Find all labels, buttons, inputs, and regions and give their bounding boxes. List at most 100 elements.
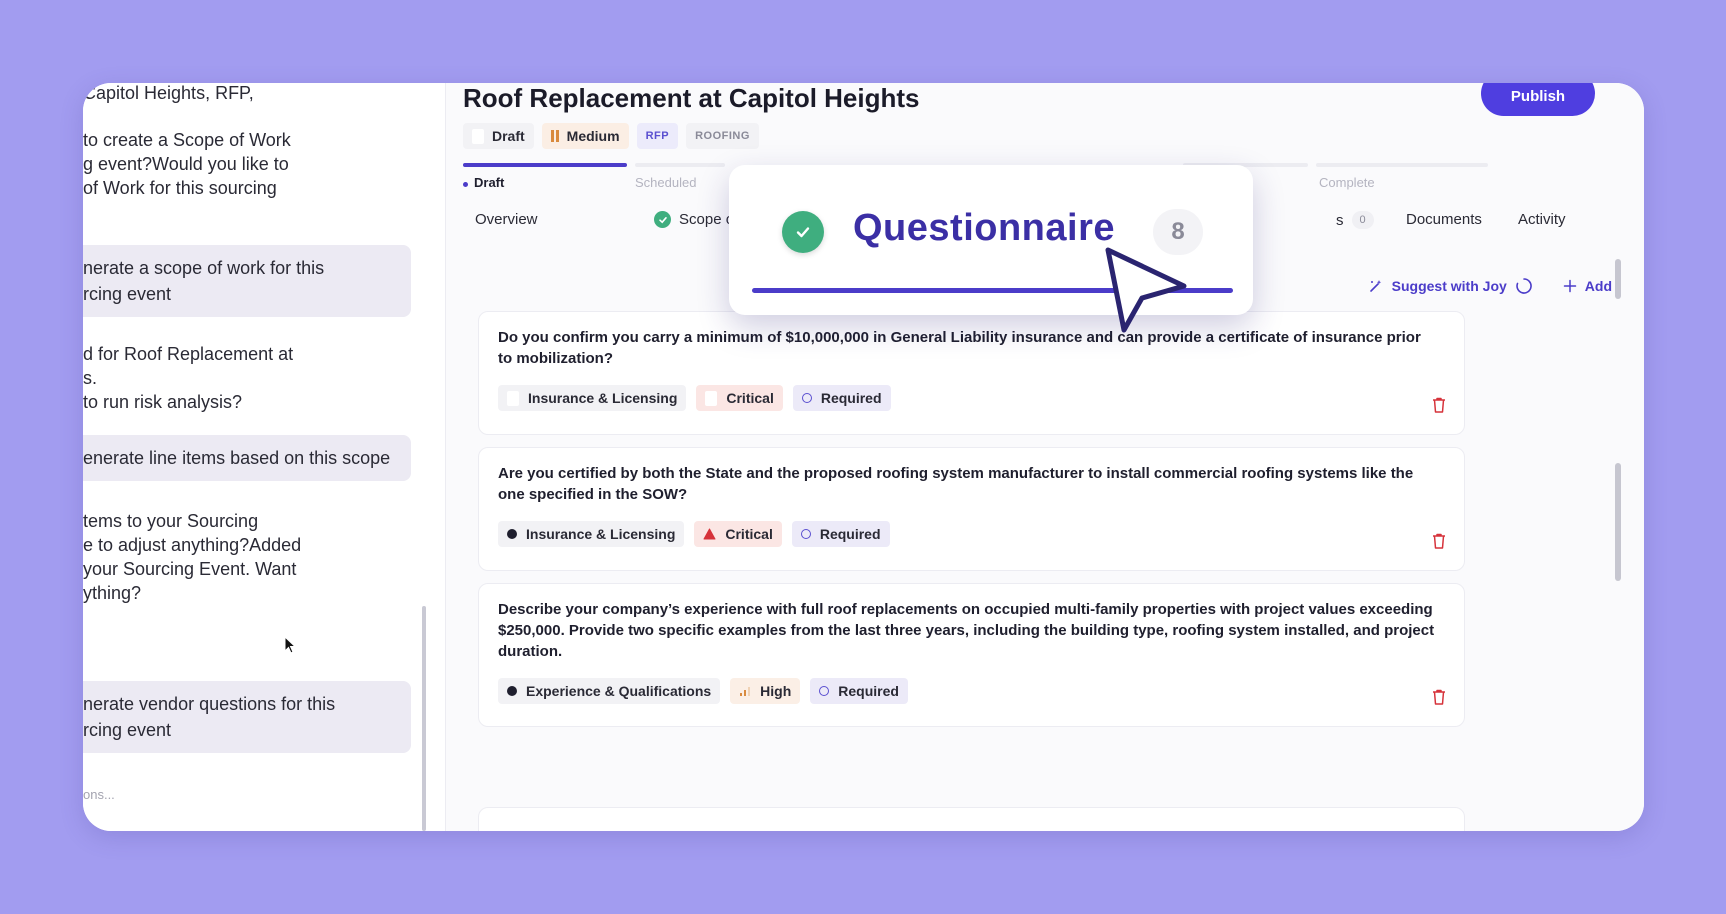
requirement-pill: Required [792, 385, 891, 411]
chat-message-line: tems to your Sourcing [83, 511, 259, 531]
mouse-pointer-icon [284, 636, 297, 654]
question-tags: Insurance & Licensing Critical Required [498, 521, 1445, 547]
question-text: Are you certified by both the State and … [498, 465, 1414, 503]
priority-label: Critical [726, 390, 774, 406]
critical-warning-icon [703, 528, 716, 540]
user-message-line: rcing event [83, 720, 172, 740]
questionnaire-toolbar: Suggest with Joy Add [1368, 277, 1612, 295]
question-text: Do you confirm you carry a minimum of $1… [498, 329, 1421, 367]
chat-message-line: your Sourcing Event. Want [83, 559, 297, 579]
cursor-arrow-icon [1105, 247, 1187, 333]
priority-bars-icon [740, 687, 751, 696]
chat-message-line: d for Roof Replacement at [83, 344, 294, 364]
status-badge-draft: Draft [463, 123, 534, 149]
tab-label: s [1336, 211, 1344, 229]
chat-scrollbar[interactable] [422, 606, 426, 831]
page-title: Roof Replacement at Capitol Heights [463, 83, 920, 113]
chat-message-line: to run risk analysis? [83, 392, 243, 412]
delete-trash-icon[interactable] [1431, 532, 1447, 550]
requirement-circle-icon [819, 686, 830, 696]
suggest-label: Suggest with Joy [1391, 278, 1507, 294]
chat-message-line: s. [83, 368, 98, 388]
add-question-button[interactable]: Add [1563, 278, 1612, 294]
question-tags: Insurance & Licensing Critical Required [498, 385, 1445, 411]
chat-message-line: ything? [83, 583, 142, 603]
type-badge-rfp: RFP [636, 123, 679, 149]
chat-message-line: g event?Would you like to [83, 154, 289, 174]
question-text: Describe your company’s experience with … [498, 601, 1435, 660]
category-label: Insurance & Licensing [528, 390, 678, 406]
publish-button[interactable]: Publish [1481, 83, 1595, 116]
category-pill: Insurance & Licensing [498, 385, 687, 411]
questions-scrollbar[interactable] [1615, 463, 1621, 581]
step-bar-draft [463, 163, 627, 167]
priority-badge-medium: Medium [541, 123, 629, 149]
tab-overview[interactable]: Overview [475, 211, 538, 228]
priority-pill: Critical [694, 521, 782, 547]
magic-wand-icon [1369, 280, 1381, 292]
step-complete[interactable]: Complete [1319, 175, 1375, 190]
toolbar-scrollbar[interactable] [1615, 259, 1621, 299]
plus-icon [1563, 279, 1577, 293]
delete-trash-icon[interactable] [1431, 396, 1447, 414]
priority-pill: High [730, 678, 801, 704]
tab-questionnaire[interactable]: Questionnaire [853, 207, 1115, 250]
priority-bars-icon [550, 130, 559, 142]
step-draft[interactable]: Draft [474, 175, 504, 190]
active-step-dot [463, 182, 468, 187]
requirement-label: Required [838, 683, 899, 699]
step-bar-scheduled [635, 163, 725, 167]
chat-panel: Capitol Heights, RFP, to create a Scope … [83, 83, 445, 831]
add-label: Add [1584, 278, 1612, 294]
question-tags: Experience & Qualifications High Require… [498, 678, 1445, 704]
question-card[interactable] [478, 807, 1465, 831]
chat-message-line: to create a Scope of Work [83, 130, 291, 150]
question-card[interactable]: Are you certified by both the State and … [478, 447, 1465, 571]
priority-pill: Critical [696, 385, 783, 411]
category-label: Insurance & Licensing [526, 526, 676, 542]
requirement-label: Required [820, 390, 882, 406]
category-pill: Insurance & Licensing [498, 521, 685, 547]
check-icon [782, 211, 824, 253]
loading-spinner-icon [1516, 278, 1532, 294]
chat-message-line: of Work for this sourcing [83, 178, 277, 198]
step-bar-complete [1316, 163, 1488, 167]
requirement-label: Required [819, 526, 881, 542]
draft-label: Draft [492, 128, 525, 144]
category-badge-roofing: ROOFING [686, 123, 759, 149]
user-message-line: rcing event [83, 284, 172, 304]
question-card[interactable]: Do you confirm you carry a minimum of $1… [478, 311, 1465, 435]
tab-count-badge: 0 [1351, 211, 1374, 229]
chat-status-text: ons... [83, 787, 115, 802]
draft-icon [472, 128, 484, 144]
category-pill: Experience & Qualifications [498, 678, 721, 704]
question-card[interactable]: Describe your company’s experience with … [478, 583, 1465, 727]
status-tags: Draft Medium RFP ROOFING [463, 123, 759, 149]
requirement-pill: Required [791, 521, 890, 547]
category-label: Experience & Qualifications [526, 683, 712, 699]
category-dot-icon [507, 686, 517, 696]
priority-label: Critical [725, 526, 773, 542]
user-message-bubble: nerate a scope of work for this rcing ev… [83, 245, 411, 317]
delete-trash-icon[interactable] [1431, 688, 1447, 706]
requirement-circle-icon [801, 393, 812, 403]
medium-label: Medium [566, 128, 620, 144]
tab-activity[interactable]: Activity [1518, 211, 1566, 228]
chat-message-line: Capitol Heights, RFP, [83, 83, 254, 103]
user-message-line: nerate a scope of work for this [83, 258, 325, 278]
category-icon [507, 390, 519, 406]
suggest-with-joy-button[interactable]: Suggest with Joy [1368, 277, 1533, 295]
user-message-line: nerate vendor questions for this [83, 694, 336, 714]
priority-icon [705, 390, 718, 406]
user-message-bubble: nerate vendor questions for this rcing e… [83, 681, 411, 753]
user-message-line: enerate line items based on this scope [83, 448, 391, 468]
check-icon [654, 211, 671, 228]
tab-documents[interactable]: Documents [1406, 211, 1482, 228]
user-message-bubble: enerate line items based on this scope [83, 435, 411, 481]
chat-message-line: e to adjust anything?Added [83, 535, 302, 555]
step-scheduled[interactable]: Scheduled [635, 175, 696, 190]
requirement-circle-icon [800, 529, 811, 539]
category-dot-icon [507, 529, 517, 539]
tab-partial[interactable]: s 0 [1336, 211, 1374, 229]
priority-label: High [760, 683, 792, 699]
